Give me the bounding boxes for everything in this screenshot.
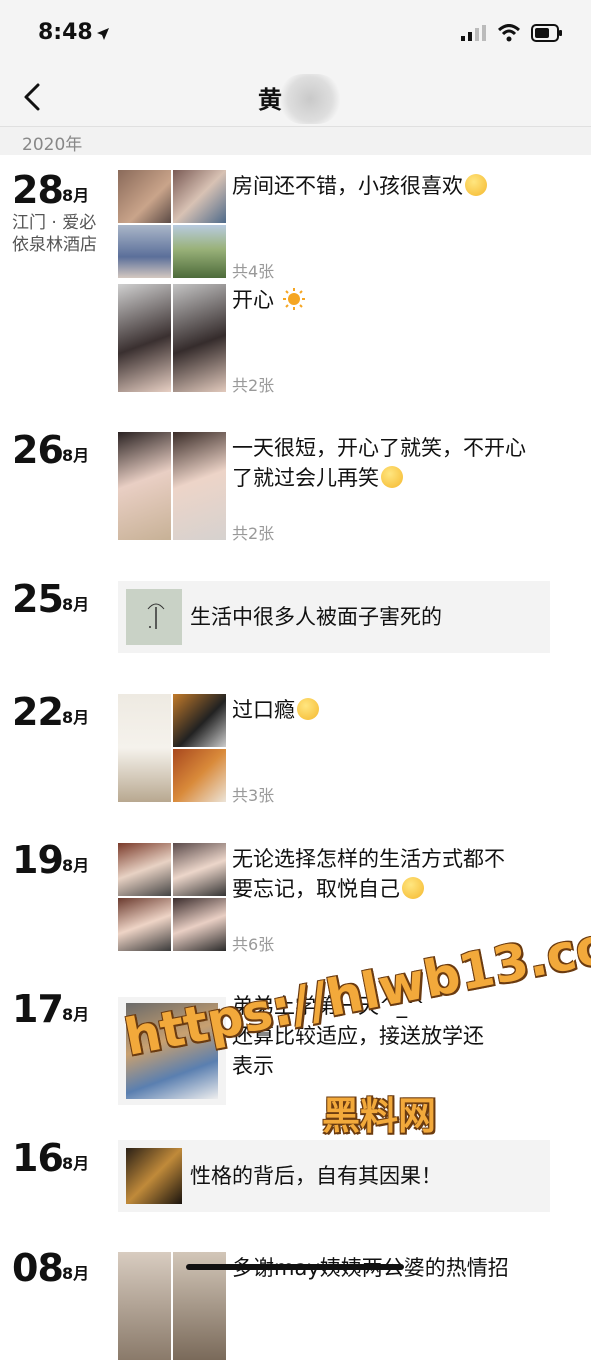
signal-icon bbox=[461, 25, 486, 41]
photo bbox=[173, 170, 226, 223]
photo bbox=[173, 225, 226, 278]
smile-emoji-icon bbox=[402, 877, 424, 899]
card-text: 生活中很多人被面子害死的 bbox=[190, 605, 442, 629]
photo-count: 共2张 bbox=[232, 524, 275, 543]
month-label: 8月 bbox=[62, 446, 90, 465]
shared-card[interactable]: 性格的背后，自有其因果！ bbox=[118, 1140, 550, 1212]
post-caption[interactable]: 无论选择怎样的生活方式都不要忘记，取悦自己 bbox=[232, 844, 522, 904]
sun-emoji-icon bbox=[282, 288, 305, 310]
smile-emoji-icon bbox=[465, 174, 487, 196]
photo bbox=[118, 898, 171, 951]
blurred-name bbox=[278, 74, 342, 124]
photo bbox=[173, 284, 226, 392]
watermark-name: 黑料网 bbox=[322, 1094, 437, 1138]
photo bbox=[118, 284, 171, 392]
home-indicator[interactable] bbox=[186, 1264, 404, 1270]
status-bar: 8:48 bbox=[0, 0, 591, 70]
photo bbox=[118, 1252, 171, 1360]
battery-icon bbox=[531, 24, 562, 42]
yum-emoji-icon bbox=[297, 698, 319, 720]
photo-grid[interactable] bbox=[118, 284, 226, 392]
status-time: 8:48 bbox=[38, 20, 93, 45]
month-label: 8月 bbox=[62, 186, 90, 205]
photo bbox=[173, 432, 226, 540]
photo-count: 共6张 bbox=[232, 935, 275, 954]
photo-grid[interactable] bbox=[118, 432, 226, 540]
year-header: 2020年 bbox=[0, 127, 591, 155]
post-caption[interactable]: 过口瘾 bbox=[232, 695, 552, 725]
photo-count: 共4张 bbox=[232, 262, 275, 281]
day-number: 19 bbox=[12, 838, 64, 882]
month-label: 8月 bbox=[62, 1264, 90, 1283]
day-number: 26 bbox=[12, 428, 64, 472]
photo bbox=[173, 843, 226, 896]
photo bbox=[118, 432, 171, 540]
photo-grid[interactable] bbox=[118, 170, 226, 278]
card-thumbnail bbox=[126, 589, 182, 645]
month-label: 8月 bbox=[62, 1154, 90, 1173]
photo bbox=[118, 843, 171, 896]
location-arrow-icon bbox=[97, 28, 109, 40]
shared-card[interactable]: 生活中很多人被面子害死的 bbox=[118, 581, 550, 653]
photo-grid[interactable] bbox=[118, 694, 226, 802]
month-label: 8月 bbox=[62, 856, 90, 875]
back-chevron-icon[interactable] bbox=[18, 82, 48, 112]
month-label: 8月 bbox=[62, 1005, 90, 1024]
photo-count: 共2张 bbox=[232, 376, 275, 395]
post-caption[interactable]: 开心 bbox=[232, 285, 552, 315]
photo bbox=[173, 694, 226, 747]
post-caption[interactable]: 一天很短，开心了就笑，不开心了就过会儿再笑 bbox=[232, 433, 542, 493]
wifi-icon bbox=[497, 24, 521, 42]
month-label: 8月 bbox=[62, 708, 90, 727]
card-text: 性格的背后，自有其因果！ bbox=[190, 1164, 442, 1188]
photo bbox=[118, 170, 171, 223]
year-label: 2020年 bbox=[22, 135, 83, 155]
nav-bar: 黄 bbox=[0, 70, 591, 127]
day-number: 28 bbox=[12, 168, 64, 212]
photo-grid[interactable] bbox=[118, 843, 226, 951]
day-number: 16 bbox=[12, 1136, 64, 1180]
wink-tongue-emoji-icon bbox=[381, 466, 403, 488]
day-number: 22 bbox=[12, 690, 64, 734]
photo bbox=[118, 225, 171, 278]
photo-count: 共3张 bbox=[232, 786, 275, 805]
day-number: 17 bbox=[12, 987, 64, 1031]
location-label: 江门 · 爱必依泉林酒店 bbox=[12, 213, 97, 255]
day-number: 25 bbox=[12, 577, 64, 621]
photo bbox=[173, 749, 226, 802]
photo bbox=[173, 898, 226, 951]
day-number: 08 bbox=[12, 1246, 64, 1290]
card-thumbnail bbox=[126, 1148, 182, 1204]
photo bbox=[118, 694, 171, 802]
post-caption[interactable]: 房间还不错，小孩很喜欢 bbox=[232, 171, 552, 201]
month-label: 8月 bbox=[62, 595, 90, 614]
